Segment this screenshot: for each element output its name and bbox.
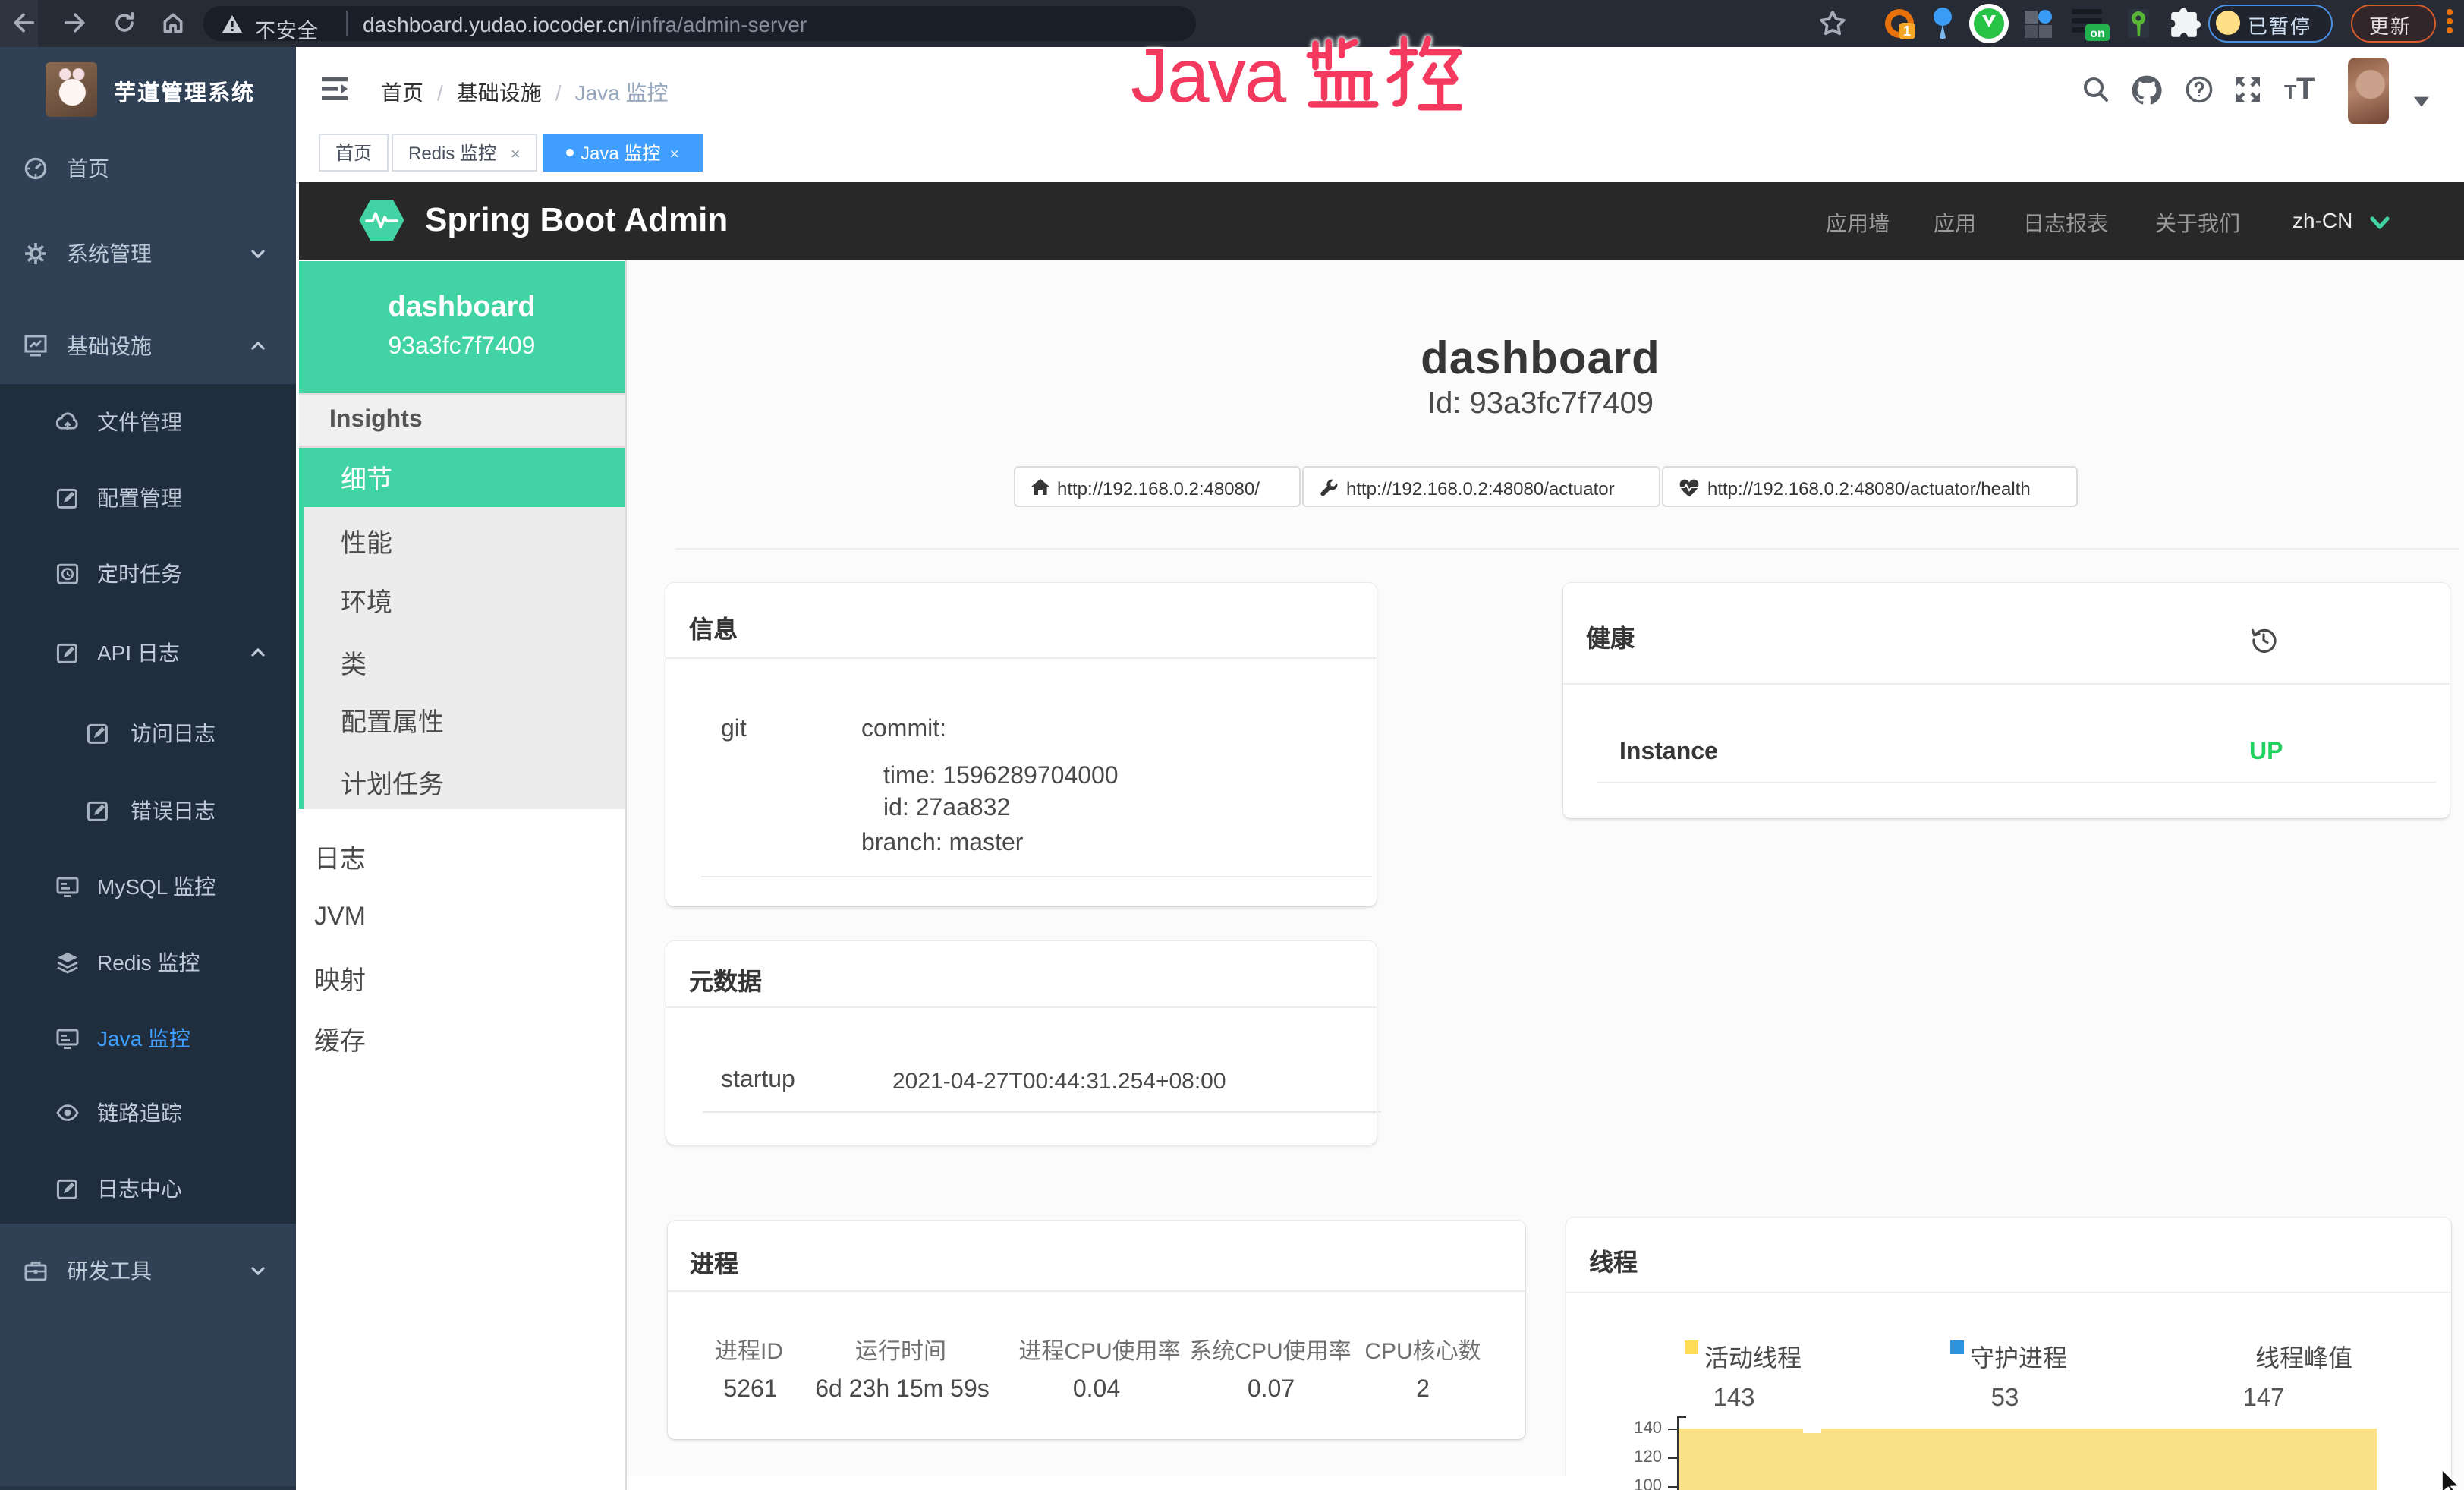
svg-text:1: 1 — [1903, 24, 1911, 39]
svg-text:on: on — [2090, 27, 2105, 40]
